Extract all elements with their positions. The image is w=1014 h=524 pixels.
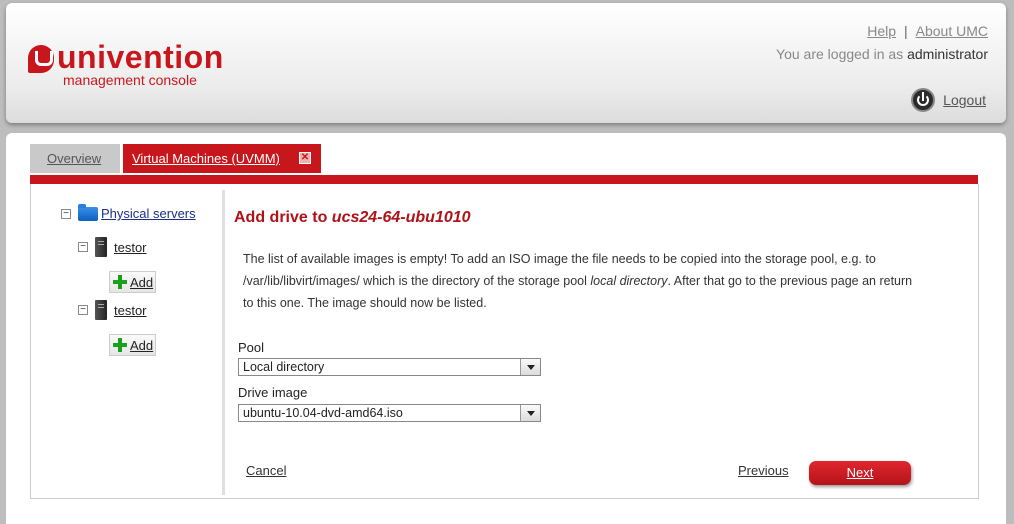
collapse-icon[interactable]: − (61, 208, 71, 219)
top-links: Help | About UMC (867, 23, 988, 39)
plus-icon (113, 338, 127, 352)
tree-splitter[interactable] (222, 190, 225, 495)
drive-image-label: Drive image (238, 385, 308, 400)
tree-node-server-2: − testor (78, 300, 147, 320)
content-area: − Physical servers − testor Add − testor (30, 184, 979, 499)
username: administrator (907, 46, 988, 62)
link-separator: | (904, 23, 908, 39)
server-link[interactable]: testor (114, 303, 147, 318)
pool-select[interactable]: Local directory (238, 358, 541, 376)
wizard-title-prefix: Add drive to (234, 209, 328, 226)
about-umc-link[interactable]: About UMC (916, 23, 988, 39)
logout-link[interactable]: Logout (943, 92, 986, 108)
pool-label: Pool (238, 340, 265, 355)
physical-servers-link[interactable]: Physical servers (101, 206, 196, 221)
tab-virtual-machines-label: Virtual Machines (UVMM) (132, 151, 280, 166)
header: univention management console Help | About… (6, 3, 1006, 123)
logo-subtitle: management console (63, 72, 197, 88)
close-tab-icon[interactable]: ✕ (299, 152, 311, 164)
add-button-label: Add (130, 274, 154, 290)
main-panel: Overview Virtual Machines (UVMM) ✕ − Phy… (6, 133, 1006, 524)
collapse-icon[interactable]: − (78, 305, 88, 315)
logout-area: Logout (911, 88, 986, 112)
add-vm-button[interactable]: Add (109, 334, 156, 356)
tree-node-physical-servers: − Physical servers (61, 203, 196, 221)
logged-in-prefix: You are logged in as (776, 46, 904, 62)
info-text-pool: local directory (590, 274, 668, 288)
chevron-down-icon[interactable] (520, 359, 540, 375)
cancel-button[interactable]: Cancel (246, 463, 286, 478)
power-icon[interactable] (911, 88, 936, 112)
folder-icon (78, 203, 98, 221)
server-link[interactable]: testor (114, 240, 147, 255)
chevron-down-icon[interactable] (520, 405, 540, 421)
collapse-icon[interactable]: − (78, 242, 88, 252)
info-message: The list of available images is empty! T… (243, 248, 913, 314)
add-vm-button[interactable]: Add (109, 271, 156, 293)
tree-node-server-1: − testor (78, 237, 147, 257)
tab-overview-label: Overview (47, 151, 102, 166)
logo-wordmark: univention (57, 39, 224, 75)
previous-button[interactable]: Previous (738, 463, 789, 478)
next-button-label: Next (846, 465, 874, 480)
wizard-title: Add drive to ucs24-64-ubu1010 (234, 209, 471, 227)
univention-logo: univention (28, 41, 224, 75)
add-button-label: Add (130, 337, 154, 353)
drive-image-select-value: ubuntu-10.04-dvd-amd64.iso (243, 406, 403, 420)
pool-select-value: Local directory (243, 360, 325, 374)
help-link[interactable]: Help (867, 23, 896, 39)
server-icon (95, 237, 107, 257)
tab-bar-underline (30, 175, 978, 184)
univention-logo-icon (28, 45, 54, 73)
tab-virtual-machines[interactable]: Virtual Machines (UVMM) ✕ (123, 144, 321, 173)
wizard-title-vm: ucs24-64-ubu1010 (331, 209, 471, 226)
plus-icon (113, 275, 127, 289)
server-tree: − Physical servers − testor Add − testor (31, 184, 221, 498)
next-button[interactable]: Next (809, 461, 911, 485)
login-info: You are logged in as administrator (776, 46, 988, 62)
server-icon (95, 300, 107, 320)
tab-overview[interactable]: Overview (30, 144, 120, 173)
drive-image-select[interactable]: ubuntu-10.04-dvd-amd64.iso (238, 404, 541, 422)
